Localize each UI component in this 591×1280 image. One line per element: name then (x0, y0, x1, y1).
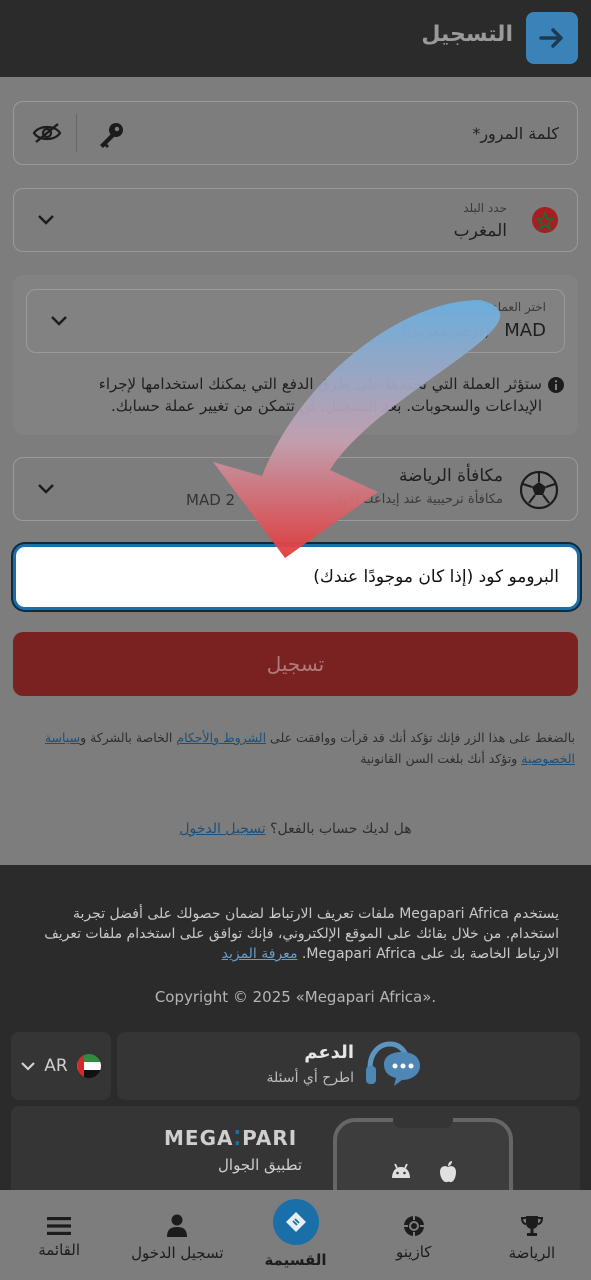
currency-name: (درهم مغربي) (401, 322, 490, 340)
terms-text: بالضغط على هذا الزر فإنك تؤكد أنك قد قرأ… (15, 727, 575, 769)
cookie-notice: يستخدم Megapari Africa ملفات تعريف الارت… (31, 904, 559, 964)
chevron-down-icon (51, 316, 67, 326)
bonus-select[interactable]: مكافأة الرياضة مكافأة ترحيبية عند إيداعك… (13, 457, 578, 521)
nav-sports-label: الرياضة (508, 1244, 556, 1262)
user-icon (167, 1214, 188, 1237)
field-divider (76, 114, 77, 152)
android-icon[interactable] (389, 1162, 413, 1182)
have-account-text: هل لديك حساب بالفعل؟ (270, 821, 412, 837)
headset-chat-icon (366, 1041, 420, 1086)
app-header: التسجيل (0, 0, 591, 77)
bottom-navigation: القائمة تسجيل الدخول القسيمة كازينو الري… (0, 1190, 591, 1280)
currency-code: MAD (504, 320, 546, 341)
megapari-logo: MEGA⁚PARI (164, 1126, 297, 1150)
soccer-ball-icon (519, 470, 559, 510)
have-account: هل لديك حساب بالفعل؟ تسجيل الدخول (0, 821, 591, 837)
mobile-app-card[interactable]: MEGA⁚PARI تطبيق الجوال (11, 1106, 580, 1190)
country-select[interactable]: حدد البلد المغرب (13, 188, 578, 252)
promo-code-input[interactable] (59, 567, 559, 587)
support-title: الدعم (304, 1042, 354, 1063)
nav-casino[interactable]: كازينو (355, 1190, 473, 1280)
support-card[interactable]: الدعم اطرح أي أسئلة (117, 1032, 580, 1100)
currency-select[interactable]: اختر العملة MAD (درهم مغربي) (26, 289, 565, 353)
terms-prefix: بالضغط على هذا الزر فإنك تؤكد أنك قد قرأ… (270, 730, 575, 745)
brand-left: MEGA (164, 1126, 234, 1150)
back-button[interactable] (526, 12, 578, 64)
terms-middle: الخاصة بالشركة و (80, 730, 173, 745)
nav-menu-label: القائمة (38, 1241, 80, 1259)
nav-menu[interactable]: القائمة (0, 1190, 118, 1280)
app-label: تطبيق الجوال (218, 1156, 303, 1174)
support-subtitle: اطرح أي أسئلة (266, 1070, 354, 1086)
copyright: Copyright © 2025 «Megapari Africa». (154, 988, 437, 1006)
nav-login-label: تسجيل الدخول (131, 1244, 224, 1262)
learn-more-link[interactable]: معرفة المزيد (222, 946, 298, 962)
terms-suffix: وتؤكد أنك بلغت السن القانونية (360, 751, 518, 766)
arrow-right-icon (539, 28, 563, 48)
cookie-text: يستخدم Megapari Africa ملفات تعريف الارت… (44, 906, 559, 962)
brand-right: PARI (242, 1126, 298, 1150)
phone-notch (393, 1118, 453, 1128)
promo-code-field[interactable] (13, 544, 580, 610)
trophy-icon (520, 1216, 543, 1236)
morocco-flag-icon (532, 207, 558, 233)
password-field[interactable]: كلمة المرور* (13, 101, 578, 165)
key-icon (100, 123, 123, 148)
bonus-subtitle: مكافأة ترحيبية عند إيداعك الأول (332, 492, 503, 507)
casino-chip-icon (403, 1216, 424, 1236)
country-value: المغرب (453, 221, 507, 241)
registration-form: كلمة المرور* حدد البلد المغرب اختر العمل… (0, 77, 591, 865)
nav-sports[interactable]: الرياضة (473, 1190, 591, 1280)
bonus-amount: MAD 2 (186, 491, 236, 509)
ticket-icon (285, 1212, 306, 1232)
nav-betslip-label: القسيمة (264, 1251, 327, 1269)
currency-caption: اختر العملة (491, 300, 546, 314)
nav-login[interactable]: تسجيل الدخول (118, 1190, 236, 1280)
login-link[interactable]: تسجيل الدخول (179, 821, 265, 837)
eye-off-icon[interactable] (32, 121, 62, 145)
language-selector[interactable]: AR (11, 1032, 111, 1100)
phone-illustration (333, 1118, 513, 1190)
uae-flag-icon (76, 1054, 101, 1078)
brand-separator: ⁚ (233, 1126, 243, 1150)
currency-note: ستؤثر العملة التي تحددها على طرق الدفع ا… (98, 375, 542, 415)
apple-icon[interactable] (437, 1160, 459, 1184)
nav-betslip-badge (272, 1199, 319, 1245)
country-caption: حدد البلد (463, 201, 507, 215)
password-label: كلمة المرور* (472, 124, 559, 143)
info-icon (548, 377, 564, 393)
terms-link[interactable]: الشروط والأحكام (176, 730, 266, 745)
nav-casino-label: كازينو (396, 1243, 432, 1261)
chevron-down-icon (21, 1062, 36, 1071)
language-code: AR (44, 1056, 68, 1076)
nav-betslip[interactable]: القسيمة (236, 1190, 354, 1280)
page-title: التسجيل (421, 22, 513, 47)
currency-section: اختر العملة MAD (درهم مغربي) ستؤثر العمل… (13, 275, 578, 435)
chevron-down-icon (38, 484, 54, 494)
register-button[interactable]: تسجيل (13, 632, 578, 696)
menu-icon (47, 1217, 72, 1235)
chevron-down-icon (38, 215, 54, 225)
bonus-title: مكافأة الرياضة (398, 466, 503, 486)
